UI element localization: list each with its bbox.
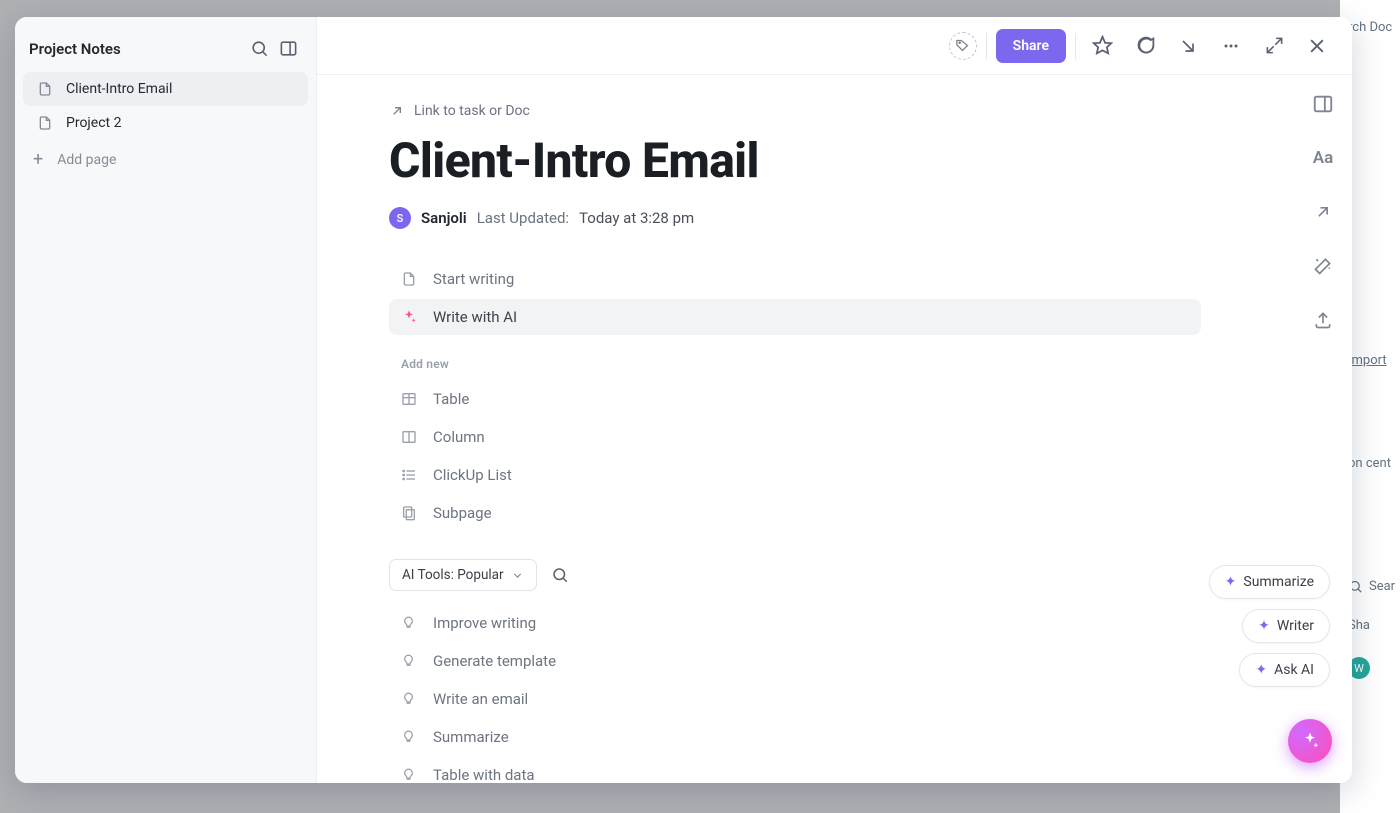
ai-table-with-data-option[interactable]: Table with data [389,757,1201,783]
close-icon[interactable] [1300,29,1334,63]
ai-summarize-option[interactable]: Summarize [389,719,1201,755]
column-icon [401,429,419,445]
author-avatar[interactable]: S [389,207,411,229]
option-label: Write an email [433,690,528,708]
ai-tools-dropdown-label: AI Tools: Popular [402,567,504,583]
plus-icon: + [33,151,43,169]
panel-layout-icon[interactable] [1308,89,1338,119]
upload-icon[interactable] [1308,305,1338,335]
expand-icon[interactable] [1257,29,1291,63]
download-icon[interactable] [1171,29,1205,63]
subpage-icon [401,505,419,521]
ask-ai-chip[interactable]: ✦ Ask AI [1239,653,1330,687]
summarize-chip[interactable]: ✦ Summarize [1209,565,1330,599]
search-icon[interactable] [250,39,269,58]
sidebar-page-project2[interactable]: Project 2 [23,106,308,140]
ai-chip-stack: ✦ Summarize ✦ Writer ✦ Ask AI [1209,565,1330,687]
option-label: Summarize [433,728,509,746]
chip-label: Writer [1277,618,1314,634]
chip-label: Summarize [1243,574,1314,590]
option-label: Write with AI [433,308,517,326]
updated-label: Last Updated: [477,209,569,227]
option-label: Subpage [433,504,492,522]
sidebar-page-label: Project 2 [66,115,121,131]
document-icon [37,115,55,131]
sparkle-icon: ✦ [1225,574,1237,590]
star-icon[interactable] [1085,29,1119,63]
sidebar-title: Project Notes [29,40,121,58]
ai-tools-search-icon[interactable] [551,566,569,584]
writer-chip[interactable]: ✦ Writer [1242,609,1330,643]
option-label: Start writing [433,270,514,288]
comment-icon[interactable] [1128,29,1162,63]
option-label: ClickUp List [433,466,512,484]
ai-improve-writing-option[interactable]: Improve writing [389,605,1201,641]
arrows-icon[interactable] [1308,197,1338,227]
wand-icon[interactable] [1308,251,1338,281]
insert-column-option[interactable]: Column [389,419,1201,455]
more-icon[interactable] [1214,29,1248,63]
document-icon [37,81,55,97]
link-task-label: Link to task or Doc [414,103,530,119]
panel-toggle-icon[interactable] [279,39,298,58]
lightbulb-icon [401,768,419,783]
author-name[interactable]: Sanjoli [421,209,467,227]
lightbulb-icon [401,654,419,669]
page-icon [401,270,419,288]
lightbulb-icon [401,730,419,745]
document-body: Link to task or Doc Client-Intro Email S… [317,75,1352,783]
tag-icon[interactable] [949,32,977,60]
sidebar: Project Notes Client-Intro Email Project… [15,17,317,783]
document-title[interactable]: Client-Intro Email [389,132,1201,189]
sparkle-icon [401,309,419,325]
chip-label: Ask AI [1274,662,1314,678]
insert-table-option[interactable]: Table [389,381,1201,417]
bg-search: Sear [1369,579,1395,594]
write-with-ai-option[interactable]: Write with AI [389,299,1201,335]
sidebar-page-client-intro[interactable]: Client-Intro Email [23,72,308,106]
sidebar-page-label: Client-Intro Email [66,81,172,97]
bg-share: Sha [1348,618,1400,633]
add-page-button[interactable]: + Add page [15,140,316,180]
ai-write-email-option[interactable]: Write an email [389,681,1201,717]
doc-meta: S Sanjoli Last Updated: Today at 3:28 pm [389,207,1201,229]
list-icon [401,467,419,483]
link-task-button[interactable]: Link to task or Doc [389,103,1201,119]
lightbulb-icon [401,616,419,631]
insert-subpage-option[interactable]: Subpage [389,495,1201,531]
bg-center: on cent [1348,456,1400,471]
main-area: Share Link to task or Doc Client-Intro E… [317,17,1352,783]
lightbulb-icon [401,692,419,707]
sparkle-icon: ✦ [1258,618,1270,634]
bg-search-doc: rch Doc [1348,20,1400,35]
updated-value: Today at 3:28 pm [579,209,694,227]
doc-modal: Project Notes Client-Intro Email Project… [15,17,1352,783]
add-page-label: Add page [57,152,116,168]
topbar: Share [317,17,1352,75]
option-label: Improve writing [433,614,536,632]
sparkle-icon: ✦ [1255,662,1267,678]
option-label: Table with data [433,766,535,783]
start-writing-option[interactable]: Start writing [389,261,1201,297]
ai-fab-button[interactable] [1288,719,1332,763]
ai-tools-dropdown[interactable]: AI Tools: Popular [389,559,537,591]
share-button[interactable]: Share [996,29,1066,63]
option-label: Table [433,390,469,408]
option-label: Column [433,428,485,446]
divider [1075,33,1076,59]
bg-import: Import [1348,353,1400,368]
text-style-icon[interactable]: Aa [1308,143,1338,173]
insert-clickup-list-option[interactable]: ClickUp List [389,457,1201,493]
divider [986,33,987,59]
option-label: Generate template [433,652,556,670]
right-rail: Aa [1308,89,1338,335]
table-icon [401,391,419,407]
ai-generate-template-option[interactable]: Generate template [389,643,1201,679]
add-new-section-label: Add new [389,337,1201,379]
